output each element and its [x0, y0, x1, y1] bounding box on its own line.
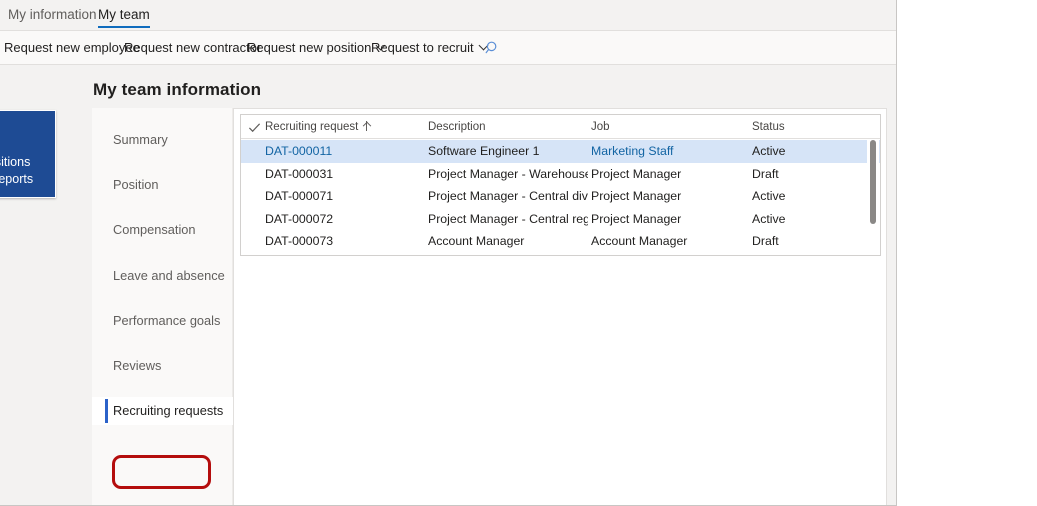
- cell-job[interactable]: Marketing Staff: [591, 140, 749, 163]
- table-row[interactable]: DAT-000071 Project Manager - Central div…: [241, 185, 880, 208]
- request-new-position-label: Request new position: [247, 31, 371, 65]
- column-header-recruiting-request-label: Recruiting request: [265, 121, 358, 133]
- table-row[interactable]: DAT-000031 Project Manager - Warehouse P…: [241, 163, 880, 186]
- column-header-description-label: Description: [428, 121, 486, 133]
- nav-item-leave-and-absence-label: Leave and absence: [113, 268, 225, 283]
- nav-item-position[interactable]: Position: [92, 171, 233, 199]
- cell-description: Project Manager - Warehouse: [428, 163, 588, 186]
- cell-recruiting-request[interactable]: DAT-000071: [265, 185, 425, 208]
- detail-panel: Recruiting request Description Job Statu…: [233, 108, 887, 506]
- grid-scrollbar-thumb[interactable]: [870, 140, 876, 224]
- request-new-contractor-button[interactable]: Request new contractor: [124, 31, 261, 65]
- action-toolbar: Request new employee Request new contrac…: [0, 31, 896, 65]
- tile-line-1: positions: [0, 154, 33, 171]
- nav-item-summary-label: Summary: [113, 132, 168, 147]
- checkmark-icon[interactable]: [248, 121, 261, 134]
- nav-item-reviews-label: Reviews: [113, 358, 161, 373]
- selection-indicator-bar: [105, 399, 108, 423]
- grid-header-row: Recruiting request Description Job Statu…: [241, 115, 880, 139]
- sort-ascending-icon: [363, 121, 370, 131]
- cell-recruiting-request[interactable]: DAT-000031: [265, 163, 425, 186]
- request-to-recruit-label: Request to recruit: [371, 31, 474, 65]
- cell-job: Project Manager: [591, 185, 749, 208]
- cell-job: Account Manager: [591, 230, 749, 253]
- section-navigation-panel: Summary Position Compensation Leave and …: [92, 108, 233, 506]
- nav-item-compensation[interactable]: Compensation: [92, 216, 233, 244]
- tile-line-2: ct reports: [0, 171, 33, 188]
- positions-direct-reports-tile-text: positions ct reports: [0, 154, 33, 188]
- cell-recruiting-request[interactable]: DAT-000072: [265, 208, 425, 231]
- cell-description: Software Engineer 1: [428, 140, 588, 163]
- nav-item-position-label: Position: [113, 177, 159, 192]
- cell-recruiting-request[interactable]: DAT-000073: [265, 230, 425, 253]
- cell-status: Active: [752, 208, 872, 231]
- nav-item-leave-and-absence[interactable]: Leave and absence: [92, 262, 233, 290]
- cell-description: Project Manager - Central region: [428, 208, 588, 231]
- top-tab-strip: My information My team: [0, 0, 896, 31]
- positions-direct-reports-tile[interactable]: positions ct reports: [0, 110, 56, 198]
- column-header-status[interactable]: Status: [752, 115, 872, 139]
- cell-job: Project Manager: [591, 163, 749, 186]
- tab-my-team[interactable]: My team: [92, 0, 156, 31]
- request-new-contractor-label: Request new contractor: [124, 31, 261, 65]
- application-window: My information My team Request new emplo…: [0, 0, 897, 506]
- column-header-job-label: Job: [591, 121, 610, 133]
- page-title: My team information: [93, 80, 261, 100]
- cell-recruiting-request[interactable]: DAT-000011: [265, 140, 425, 163]
- table-row[interactable]: DAT-000011 Software Engineer 1 Marketing…: [241, 140, 880, 163]
- tab-my-team-label: My team: [98, 7, 150, 22]
- cell-job: Project Manager: [591, 208, 749, 231]
- cell-status: Draft: [752, 230, 872, 253]
- request-new-position-button[interactable]: Request new position: [247, 31, 386, 65]
- search-icon: [485, 40, 501, 56]
- recruiting-requests-grid: Recruiting request Description Job Statu…: [240, 114, 881, 256]
- tab-my-information[interactable]: My information: [2, 0, 103, 31]
- nav-item-performance-goals-label: Performance goals: [113, 313, 220, 328]
- column-header-recruiting-request[interactable]: Recruiting request: [265, 115, 425, 139]
- table-row[interactable]: DAT-000073 Account Manager Account Manag…: [241, 230, 880, 253]
- tab-my-information-label: My information: [8, 7, 97, 22]
- nav-item-reviews[interactable]: Reviews: [92, 352, 233, 380]
- search-button[interactable]: [482, 31, 506, 65]
- nav-item-compensation-label: Compensation: [113, 222, 196, 237]
- cell-description: Project Manager - Central divisi...: [428, 185, 588, 208]
- column-header-status-label: Status: [752, 121, 785, 133]
- request-new-employee-button[interactable]: Request new employee: [4, 31, 140, 65]
- nav-item-summary[interactable]: Summary: [92, 126, 233, 154]
- content-area: positions ct reports My team information…: [0, 65, 896, 505]
- column-header-job[interactable]: Job: [591, 115, 749, 139]
- column-header-description[interactable]: Description: [428, 115, 588, 139]
- nav-item-recruiting-requests-label: Recruiting requests: [113, 403, 223, 418]
- request-new-employee-label: Request new employee: [4, 31, 140, 65]
- grid-vertical-scrollbar[interactable]: [867, 139, 879, 254]
- request-to-recruit-button[interactable]: Request to recruit: [371, 31, 489, 65]
- cell-status: Active: [752, 140, 872, 163]
- nav-item-recruiting-requests[interactable]: Recruiting requests: [92, 397, 233, 425]
- cell-status: Active: [752, 185, 872, 208]
- cell-status: Draft: [752, 163, 872, 186]
- table-row[interactable]: DAT-000072 Project Manager - Central reg…: [241, 208, 880, 231]
- cell-description: Account Manager: [428, 230, 588, 253]
- nav-item-performance-goals[interactable]: Performance goals: [92, 307, 233, 335]
